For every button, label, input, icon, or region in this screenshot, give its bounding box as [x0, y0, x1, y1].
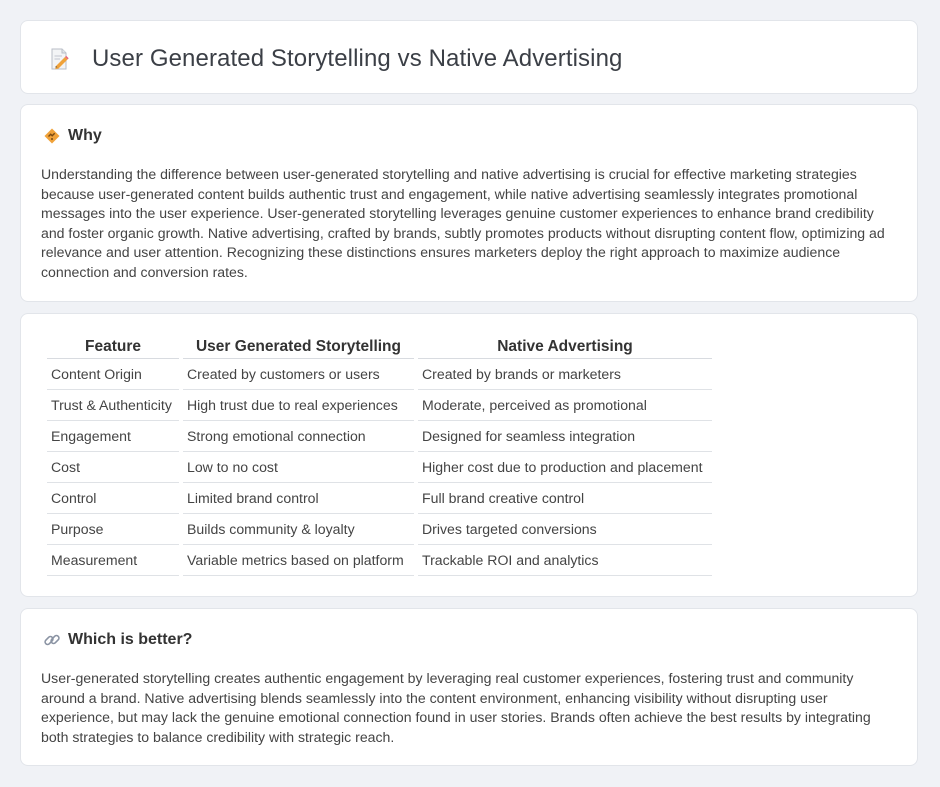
comparison-section: Feature User Generated Storytelling Nati… — [20, 313, 918, 597]
table-row: Cost Low to no cost Higher cost due to p… — [47, 452, 712, 483]
ugs-cell: Created by customers or users — [183, 359, 414, 390]
native-cell: Moderate, perceived as promotional — [418, 390, 712, 421]
better-heading-row: Which is better? — [43, 631, 192, 649]
title-card: User Generated Storytelling vs Native Ad… — [20, 20, 918, 94]
ugs-cell: Strong emotional connection — [183, 421, 414, 452]
why-heading: Why — [68, 127, 102, 144]
table-row: Measurement Variable metrics based on pl… — [47, 545, 712, 576]
why-section: Why Understanding the difference between… — [20, 104, 918, 302]
diamond-warning-icon — [43, 127, 61, 145]
ugs-cell: Variable metrics based on platform — [183, 545, 414, 576]
feature-cell: Cost — [47, 452, 179, 483]
ugs-cell: High trust due to real experiences — [183, 390, 414, 421]
table-header-row: Feature User Generated Storytelling Nati… — [47, 334, 712, 359]
table-row: Purpose Builds community & loyalty Drive… — [47, 514, 712, 545]
feature-cell: Content Origin — [47, 359, 179, 390]
why-paragraph: Understanding the difference between use… — [41, 166, 885, 280]
title-row: User Generated Storytelling vs Native Ad… — [47, 45, 622, 73]
feature-cell: Engagement — [47, 421, 179, 452]
table-row: Engagement Strong emotional connection D… — [47, 421, 712, 452]
page-title: User Generated Storytelling vs Native Ad… — [92, 45, 623, 72]
native-cell: Full brand creative control — [418, 483, 712, 514]
native-cell: Trackable ROI and analytics — [418, 545, 712, 576]
ugs-cell: Low to no cost — [183, 452, 414, 483]
document-pencil-icon — [47, 47, 71, 71]
header-native-advertising: Native Advertising — [418, 334, 712, 359]
native-cell: Created by brands or marketers — [418, 359, 712, 390]
header-user-generated: User Generated Storytelling — [183, 334, 414, 359]
better-paragraph: User-generated storytelling creates auth… — [41, 670, 871, 745]
table-row: Control Limited brand control Full brand… — [47, 483, 712, 514]
native-cell: Drives targeted conversions — [418, 514, 712, 545]
ugs-cell: Builds community & loyalty — [183, 514, 414, 545]
feature-cell: Trust & Authenticity — [47, 390, 179, 421]
ugs-cell: Limited brand control — [183, 483, 414, 514]
feature-cell: Measurement — [47, 545, 179, 576]
table-row: Content Origin Created by customers or u… — [47, 359, 712, 390]
native-cell: Higher cost due to production and placem… — [418, 452, 712, 483]
why-heading-row: Why — [43, 127, 102, 145]
native-cell: Designed for seamless integration — [418, 421, 712, 452]
better-heading: Which is better? — [68, 631, 193, 648]
feature-cell: Control — [47, 483, 179, 514]
comparison-table: Feature User Generated Storytelling Nati… — [43, 334, 716, 576]
table-row: Trust & Authenticity High trust due to r… — [47, 390, 712, 421]
header-feature: Feature — [47, 334, 179, 359]
link-icon — [43, 631, 61, 649]
feature-cell: Purpose — [47, 514, 179, 545]
which-is-better-section: Which is better? User-generated storytel… — [20, 608, 918, 766]
